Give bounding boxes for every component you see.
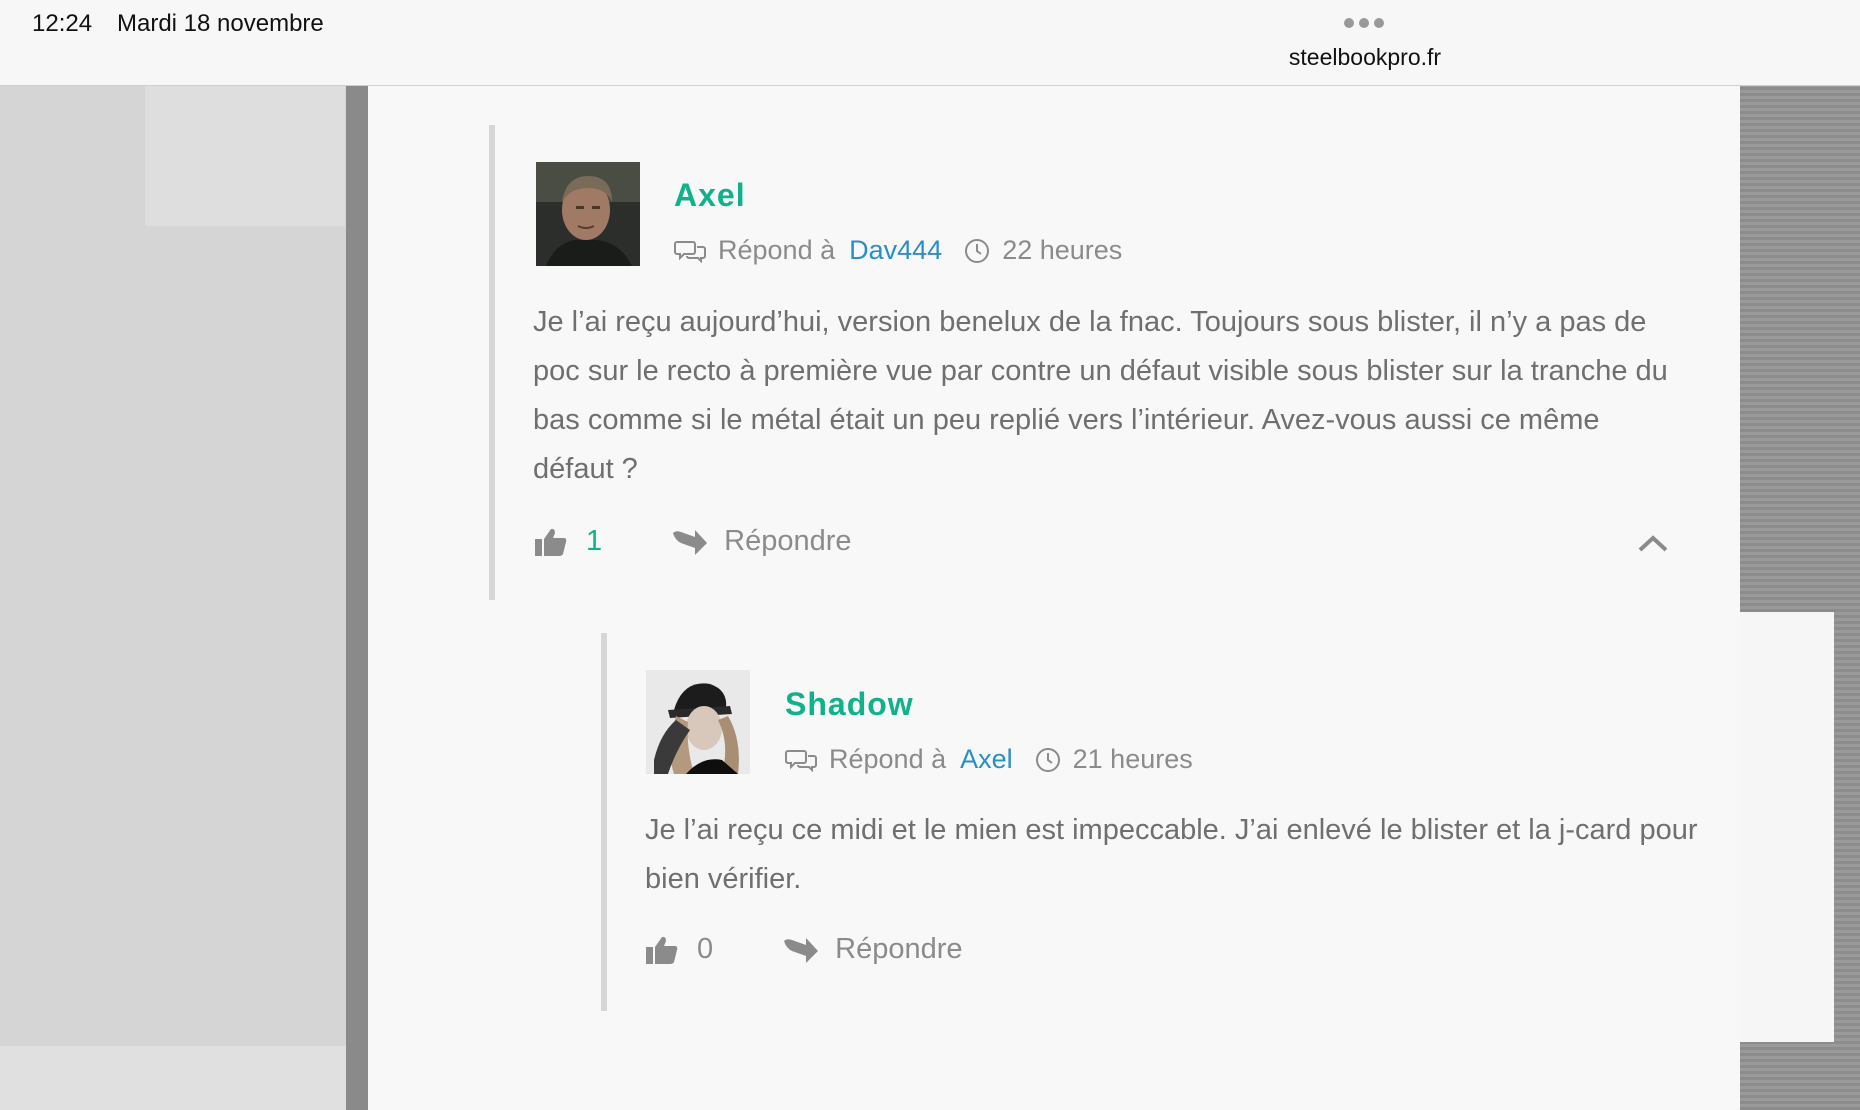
reply-bubbles-icon [674,240,706,263]
comment-rail [601,633,607,1011]
reply-arrow-icon[interactable] [783,935,819,965]
comment-text: Je l’ai reçu aujourd’hui, version benelu… [533,306,1668,485]
thumbs-up-icon[interactable] [645,935,679,965]
reply-bubbles-icon [785,749,817,772]
comment-rail [489,125,495,600]
comment-author[interactable]: Axel [674,177,746,214]
reply-to-link[interactable]: Dav444 [849,235,942,266]
comment-meta: Répond à Axel 21 heures [785,744,1193,775]
more-options-icon[interactable] [1344,18,1384,28]
background-left [0,86,346,1110]
like-count: 1 [586,525,603,557]
status-time: 12:24 [32,10,93,37]
comment-text: Je l’ai reçu ce midi et le mien est impe… [645,814,1698,895]
avatar[interactable] [646,670,750,774]
background-stripe [346,86,368,1110]
comment-author[interactable]: Shadow [785,686,914,723]
reply-button[interactable]: Répondre [835,933,962,966]
panel-extension [1740,612,1834,1042]
reply-arrow-icon[interactable] [672,527,708,557]
status-bar: 12:24 Mardi 18 novembre steelbookpro.fr [0,0,1860,86]
reply-label: Répond à [829,744,947,774]
clock-icon [965,238,990,263]
like-count: 0 [697,933,714,965]
time-ago: 22 heures [1002,235,1123,265]
avatar[interactable] [536,162,640,266]
time-ago: 21 heures [1072,744,1193,774]
comment-axel: Axel Répond à Dav444 22 heures Je l’ai r… [489,125,1709,600]
comment-shadow: Shadow Répond à Axel 21 heures Je l’ai r… [601,633,1751,1011]
reply-to-link[interactable]: Axel [960,744,1013,775]
reply-button[interactable]: Répondre [724,525,851,558]
comment-meta: Répond à Dav444 22 heures [674,235,1122,266]
chevron-up-icon[interactable] [1637,533,1669,553]
comment-actions: 0 Répondre [645,933,963,966]
thumbs-up-icon[interactable] [534,527,568,557]
clock-icon [1035,747,1060,772]
address-url[interactable]: steelbookpro.fr [1200,44,1530,71]
reply-label: Répond à [718,235,836,265]
comment-actions: 1 Répondre [534,525,852,558]
status-date: Mardi 18 novembre [117,10,324,37]
